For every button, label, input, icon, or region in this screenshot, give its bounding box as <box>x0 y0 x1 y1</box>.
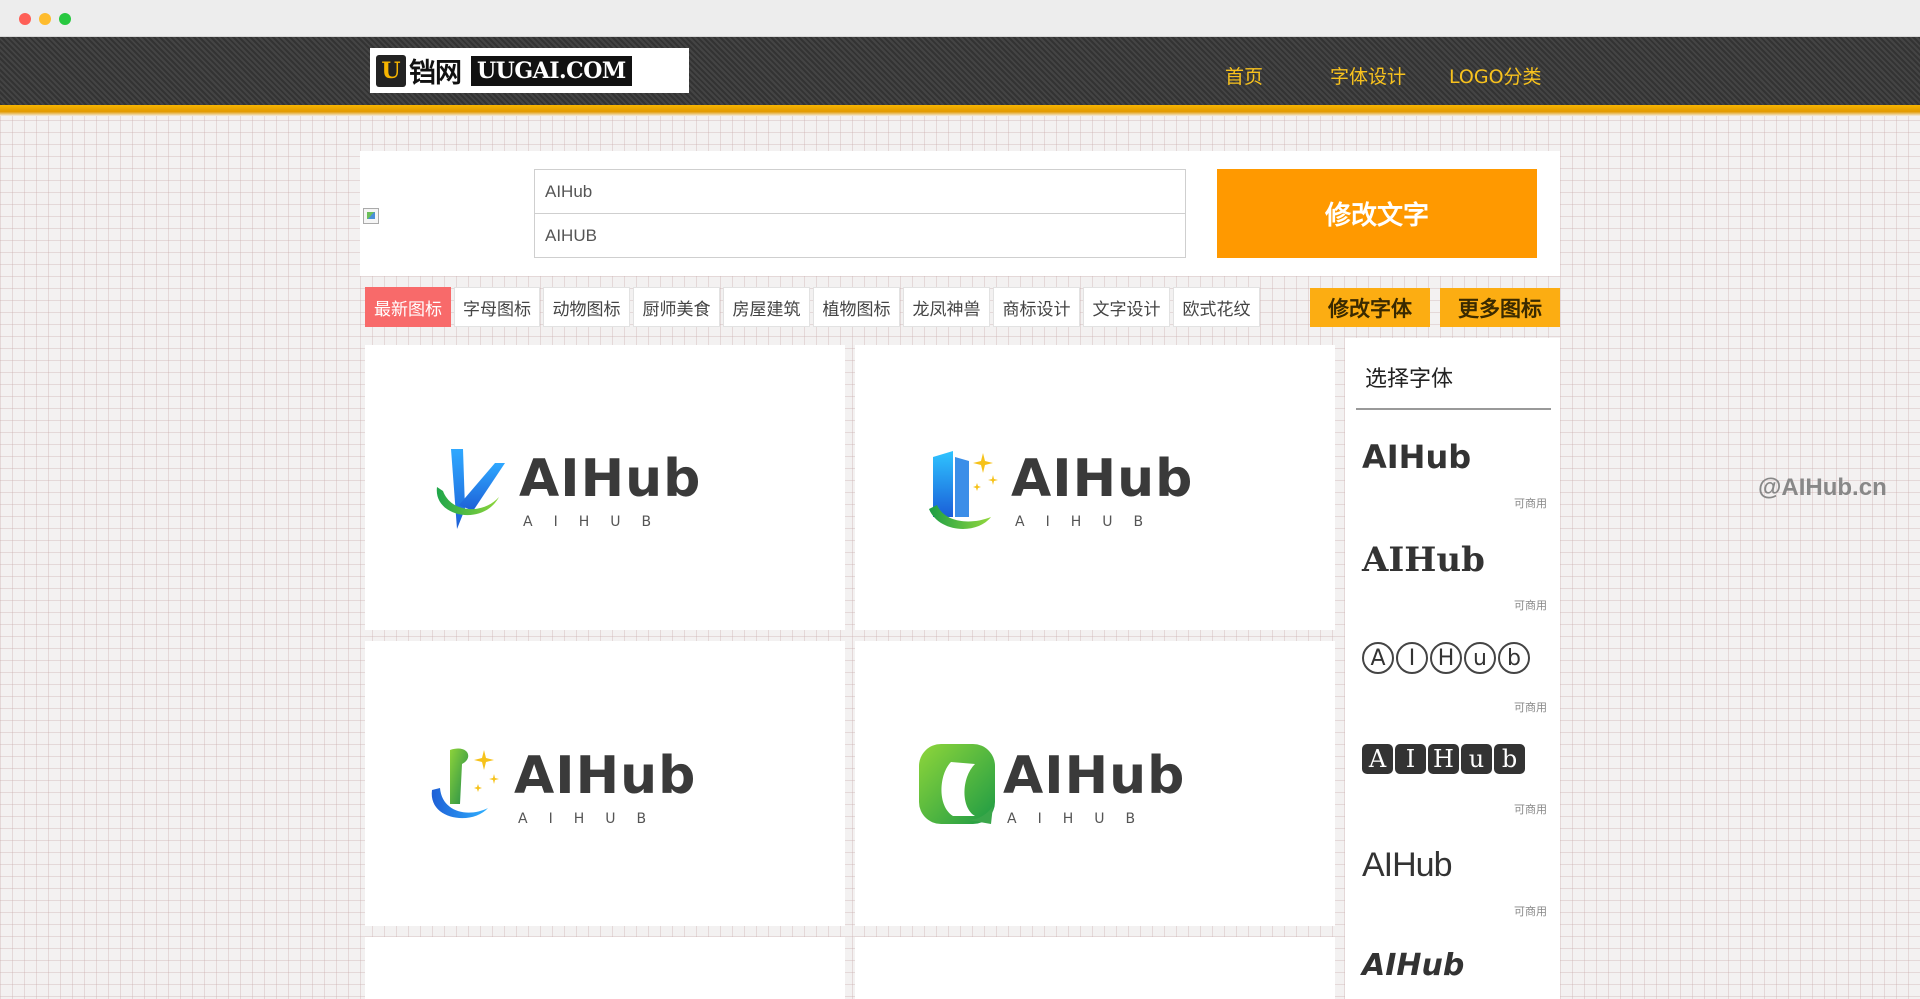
logo-card[interactable]: AIHub AIHUB <box>855 345 1335 630</box>
logo-subtitle: AIHUB <box>1007 811 1157 827</box>
logo-subtitle: AIHUB <box>1015 514 1165 530</box>
tab-text-design[interactable]: 文字设计 <box>1083 287 1170 327</box>
tab-food[interactable]: 厨师美食 <box>633 287 720 327</box>
maximize-window-icon[interactable] <box>59 13 71 25</box>
commercial-use-badge: 可商用 <box>1514 497 1547 510</box>
commercial-use-badge: 可商用 <box>1514 599 1547 612</box>
tab-animals[interactable]: 动物图标 <box>543 287 630 327</box>
logo-mark-icon: U <box>376 54 406 87</box>
minimize-window-icon[interactable] <box>39 13 51 25</box>
commercial-use-badge: 可商用 <box>1514 803 1547 816</box>
divider <box>1356 408 1551 410</box>
font-sample: AIHub <box>1362 948 1465 983</box>
close-window-icon[interactable] <box>19 13 31 25</box>
tab-dragons[interactable]: 龙凤神兽 <box>903 287 990 327</box>
logo-subtitle: AIHUB <box>523 514 673 530</box>
font-sample: AIHub <box>1362 438 1472 476</box>
tab-buildings[interactable]: 房屋建筑 <box>723 287 810 327</box>
logo-subtitle: AIHUB <box>518 811 668 827</box>
tab-latest[interactable]: 最新图标 <box>365 287 451 327</box>
leaf-square-icon <box>919 744 995 824</box>
ribbon-k-icon <box>436 449 505 529</box>
site-logo[interactable]: U 铛网 UUGAI.COM <box>370 48 689 93</box>
building-star-icon <box>929 451 998 529</box>
font-panel-title: 选择字体 <box>1365 367 1454 392</box>
nav-logo-category[interactable]: LOGO分类 <box>1449 62 1542 89</box>
logo-card[interactable]: AIHub AIHUB <box>855 641 1335 926</box>
logo-wordmark: AIHub <box>1011 449 1194 509</box>
font-sample: AIHub <box>1362 846 1452 884</box>
site-header <box>0 37 1920 105</box>
logo-domain: UUGAI.COM <box>471 55 632 86</box>
font-option[interactable]: AIHub 可商用 <box>1362 540 1547 630</box>
logo-wordmark: AIHub <box>514 746 697 806</box>
change-font-button[interactable]: 修改字体 <box>1310 288 1430 327</box>
change-text-button[interactable]: 修改文字 <box>1217 169 1537 258</box>
commercial-use-badge: 可商用 <box>1514 905 1547 918</box>
font-option[interactable]: AIHub <box>1362 948 1547 999</box>
font-option[interactable]: AIHub 可商用 <box>1362 846 1547 936</box>
tab-letters[interactable]: 字母图标 <box>454 287 540 327</box>
logo-wordmark: AIHub <box>1003 746 1186 806</box>
font-select-panel: 选择字体 AIHub 可商用 AIHub 可商用 AIHub 可商用 AIHub… <box>1345 338 1560 999</box>
font-sample-blocks: AIHub <box>1362 744 1527 774</box>
font-sample: AIHub <box>1362 540 1485 580</box>
logo-chinese-name: 铛网 <box>409 58 462 89</box>
font-option[interactable]: AIHub 可商用 <box>1362 744 1547 834</box>
logo-wordmark: AIHub <box>519 449 702 509</box>
font-option[interactable]: AIHub 可商用 <box>1362 438 1547 528</box>
header-stripe <box>0 105 1920 116</box>
font-option[interactable]: AIHub 可商用 <box>1362 642 1547 732</box>
watermark: @AIHub.cn <box>1758 474 1887 501</box>
text-line1-input[interactable] <box>534 169 1186 214</box>
logo-card[interactable]: AIHub AIHUB <box>365 641 845 926</box>
text-edit-panel: 修改文字 <box>360 151 1560 276</box>
browser-chrome <box>0 0 1920 37</box>
broken-image-icon <box>363 208 379 224</box>
commercial-use-badge: 可商用 <box>1514 701 1547 714</box>
logo-card[interactable]: AIHub AIHUB <box>365 345 845 630</box>
font-sample-circled: AIHub <box>1362 642 1532 674</box>
logo-card[interactable] <box>855 937 1335 999</box>
logo-card[interactable] <box>365 937 845 999</box>
nav-home[interactable]: 首页 <box>1225 62 1263 89</box>
nav-font-design[interactable]: 字体设计 <box>1330 62 1406 89</box>
more-icons-button[interactable]: 更多图标 <box>1440 288 1560 327</box>
tab-plants[interactable]: 植物图标 <box>813 287 900 327</box>
j-leaf-star-icon <box>431 748 499 819</box>
tab-trademark[interactable]: 商标设计 <box>993 287 1080 327</box>
tab-european-pattern[interactable]: 欧式花纹 <box>1173 287 1260 327</box>
text-line2-input[interactable] <box>534 213 1186 258</box>
